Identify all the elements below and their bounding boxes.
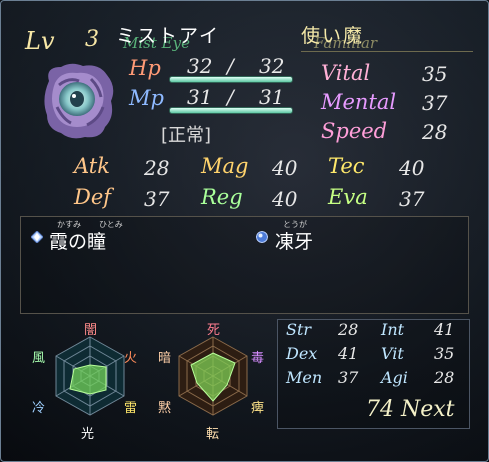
atk-value: 28 xyxy=(144,156,170,180)
hp-bar xyxy=(169,76,293,83)
int-label: Int xyxy=(381,320,405,339)
mental-label: Mental xyxy=(321,90,397,114)
hp-label: Hp xyxy=(129,56,161,80)
element-light: 光 xyxy=(81,427,95,442)
skill-list: かすみ ひとみ 霞の瞳 とうが 凍牙 xyxy=(20,216,469,314)
men-label: Men xyxy=(286,368,323,387)
status-death: 死 xyxy=(207,323,221,338)
element-fire: 火 xyxy=(124,351,138,366)
atk-label: Atk xyxy=(74,154,110,178)
agi-value: 28 xyxy=(434,368,455,387)
reg-value: 40 xyxy=(272,187,298,211)
status-window: Lv 3 Mist Eye ミストアイ Familiar 使い魔 Hp 32 /… xyxy=(0,0,489,462)
level-label: Lv xyxy=(25,27,55,55)
status-resistance-radar xyxy=(178,336,248,416)
agi-label: Agi xyxy=(381,368,408,387)
def-label: Def xyxy=(74,185,112,209)
dex-value: 41 xyxy=(338,344,359,363)
dex-label: Dex xyxy=(286,344,318,363)
mag-label: Mag xyxy=(201,154,249,178)
mag-value: 40 xyxy=(272,156,298,180)
skill-2-name: 凍牙 xyxy=(275,231,314,253)
hp-separator: / xyxy=(227,54,234,78)
def-value: 37 xyxy=(144,187,170,211)
mp-separator: / xyxy=(227,85,234,109)
tec-label: Tec xyxy=(328,154,365,178)
skill-1-name: 霞の瞳 xyxy=(49,231,107,253)
eva-label: Eva xyxy=(328,185,368,209)
status-stun: 転 xyxy=(206,427,220,442)
status-poison: 毒 xyxy=(251,351,265,366)
speed-label: Speed xyxy=(321,119,388,143)
mp-label: Mp xyxy=(129,86,164,110)
hp-current: 32 xyxy=(187,54,213,78)
element-resistance-radar xyxy=(55,336,125,416)
element-thunder: 雷 xyxy=(124,401,138,416)
blue-orb-icon xyxy=(256,231,268,243)
men-value: 37 xyxy=(338,368,359,387)
hp-max: 32 xyxy=(259,54,285,78)
element-ice: 冷 xyxy=(32,401,46,416)
skill-item-1[interactable]: かすみ ひとみ 霞の瞳 xyxy=(27,219,247,253)
skill-item-2[interactable]: とうが 凍牙 xyxy=(253,219,453,253)
speed-value: 28 xyxy=(422,120,448,144)
str-label: Str xyxy=(286,320,312,339)
reg-label: Reg xyxy=(201,185,243,209)
next-exp: 74 Next xyxy=(366,397,455,422)
status-blind: 暗 xyxy=(158,351,172,366)
vital-label: Vital xyxy=(321,61,371,85)
character-name: ミストアイ xyxy=(116,25,221,47)
element-dark: 闇 xyxy=(84,323,98,338)
int-value: 41 xyxy=(434,320,455,339)
diamond-gem-icon xyxy=(31,231,43,243)
status-paralysis: 痺 xyxy=(251,401,265,416)
eva-value: 37 xyxy=(399,187,425,211)
status-silence: 黙 xyxy=(158,401,172,416)
str-value: 28 xyxy=(338,320,359,339)
tec-value: 40 xyxy=(399,156,425,180)
level-value: 3 xyxy=(85,27,99,52)
vit-value: 35 xyxy=(434,344,455,363)
mist-eye-portrait-icon xyxy=(44,63,114,139)
element-wind: 風 xyxy=(32,351,46,366)
vital-value: 35 xyxy=(422,62,448,86)
mp-bar xyxy=(169,107,293,114)
mp-max: 31 xyxy=(259,85,285,109)
status-condition: [正常] xyxy=(161,125,212,146)
header-divider xyxy=(301,51,473,52)
mental-value: 37 xyxy=(422,91,448,115)
vit-label: Vit xyxy=(381,344,404,363)
character-role: 使い魔 xyxy=(301,25,365,47)
mp-current: 31 xyxy=(187,85,213,109)
